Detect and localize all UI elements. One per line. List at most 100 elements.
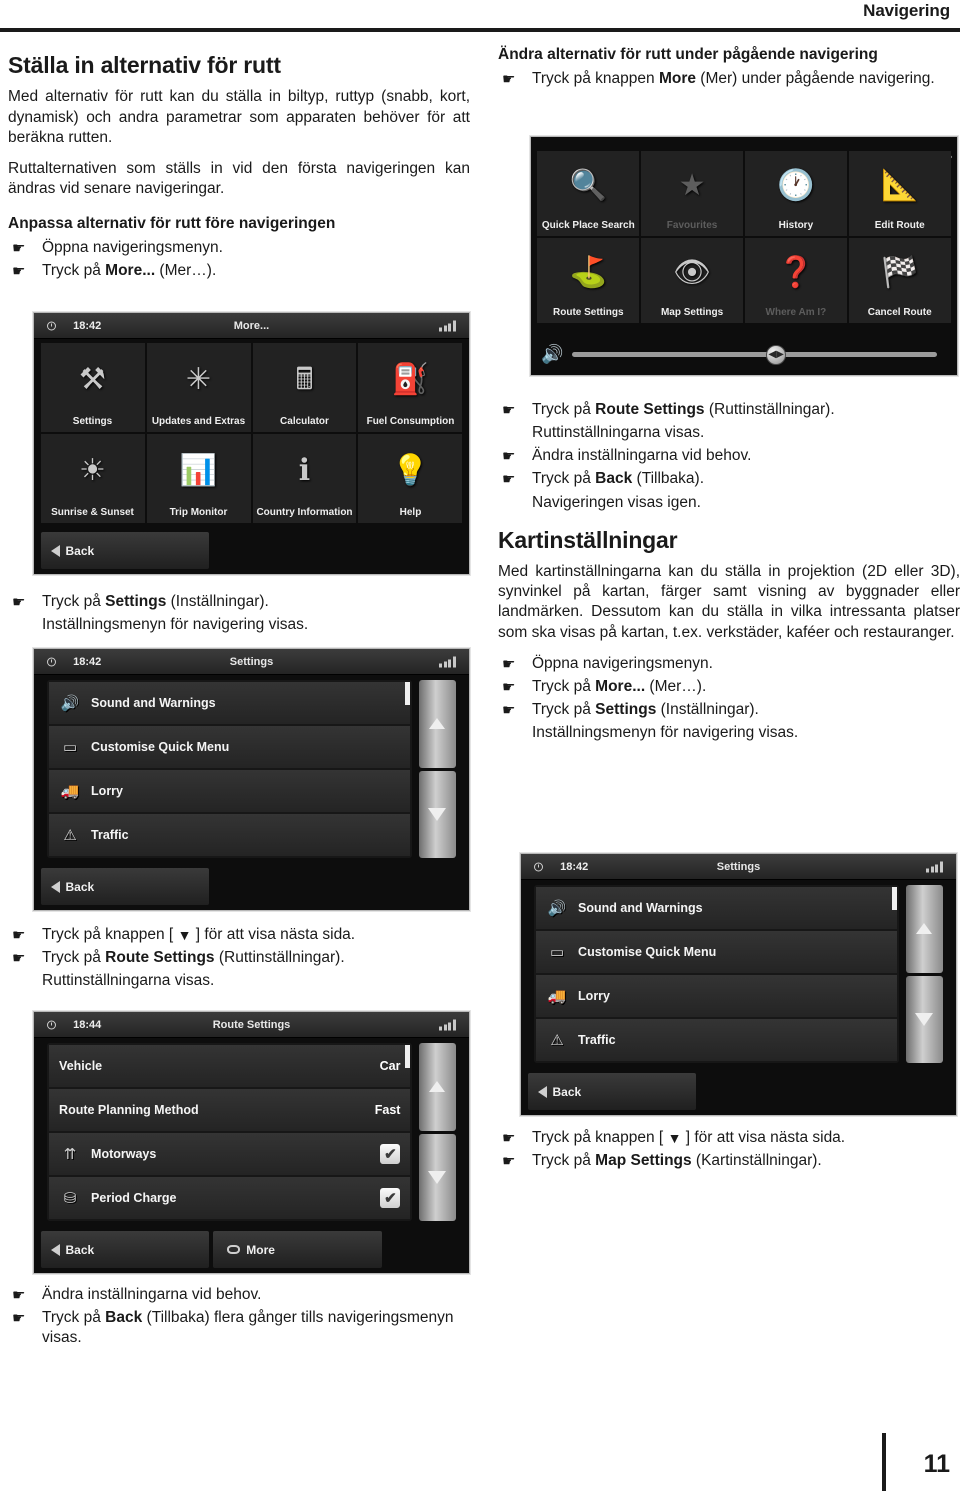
menu-tile[interactable]: ❓ Where Am I?: [745, 237, 847, 323]
volume-slider[interactable]: ◀▶: [571, 344, 937, 365]
step-keyword: Route Settings: [595, 401, 705, 418]
arrow-left-icon: [50, 1243, 60, 1256]
magnifier-icon: 🔍: [569, 169, 607, 203]
scroll-down-button[interactable]: [418, 1133, 456, 1221]
menu-tile[interactable]: 📐 Edit Route: [848, 151, 951, 236]
step-text: Tryck på Back (Tillbaka) flera gånger ti…: [42, 1309, 454, 1347]
toll-icon: ⛁: [63, 1189, 77, 1207]
menu-tile-label: Help: [399, 507, 422, 519]
menu-tile-label: Cancel Route: [867, 306, 932, 318]
list-item-label: Motorways: [91, 1147, 157, 1161]
back-button-label: Back: [552, 1084, 582, 1099]
menu-tile-label: Country Information: [256, 507, 353, 519]
checkbox-checked[interactable]: ✔: [380, 1144, 401, 1164]
list-item[interactable]: 🔊 Sound and Warnings: [536, 887, 898, 930]
list-item[interactable]: ▭ Customise Quick Menu: [536, 931, 898, 974]
list-item[interactable]: ⚠ Traffic: [536, 1018, 898, 1061]
list-item[interactable]: Route Planning Method Fast: [49, 1089, 411, 1132]
pointing-hand-icon: ☛: [12, 1287, 26, 1304]
device-statusbar: 18:42 Settings: [34, 649, 469, 676]
scroll-up-button[interactable]: [418, 1043, 456, 1131]
scrollbar[interactable]: [418, 1043, 456, 1221]
pointing-hand-icon: ☛: [12, 594, 26, 611]
menu-tile-label: Quick Place Search: [541, 220, 635, 232]
step-item: ☛ Tryck på More... (Mer…).: [8, 261, 470, 281]
menu-tile[interactable]: ✳ Updates and Extras: [146, 343, 251, 433]
step-item: ☛ Tryck på knappen [ ▼ ] för att visa näs…: [8, 925, 470, 945]
footer-divider: [882, 1433, 886, 1491]
settings-list: 🔊 Sound and Warnings ▭ Customise Quick Menu…: [534, 885, 900, 1063]
list-item[interactable]: Vehicle Car: [49, 1045, 411, 1088]
menu-tile[interactable]: ℹ Country Information: [252, 434, 357, 524]
sound-icon: 🔊: [60, 695, 80, 713]
step-text: Öppna navigeringsmenyn.: [532, 654, 713, 672]
route-settings-list: Vehicle Car Route Planning Method Fast ⇈ Moto…: [47, 1043, 413, 1221]
menu-tile[interactable]: ★ Favourites: [641, 151, 743, 236]
step-text: Ruttinställningarna visas.: [42, 972, 215, 990]
pointing-hand-icon: ☛: [12, 239, 26, 257]
settings-footer: Back: [40, 868, 463, 905]
screen-title: More...: [233, 319, 270, 332]
list-position-indicator: [891, 886, 897, 911]
signal-bars-icon: [439, 1019, 456, 1031]
list-item[interactable]: 🔊 Sound and Warnings: [49, 682, 411, 725]
device-statusbar: 18:42 More...: [34, 313, 469, 340]
settings-list: 🔊 Sound and Warnings ▭ Customise Quick Menu…: [47, 680, 413, 858]
device-statusbar: 18:42 Settings: [521, 854, 956, 881]
menu-tile[interactable]: 👁 Map Settings: [641, 237, 743, 323]
list-item[interactable]: ⇈ Motorways ✔: [49, 1133, 411, 1175]
menu-tile[interactable]: 🕐 History: [745, 151, 847, 236]
back-button[interactable]: Back: [527, 1073, 697, 1110]
speaker-icon[interactable]: 🔊: [541, 344, 563, 365]
step-keyword: Route Settings: [105, 949, 215, 967]
menu-tile[interactable]: 💡 Help: [358, 434, 463, 524]
list-item[interactable]: ▭ Customise Quick Menu: [49, 726, 411, 769]
scroll-down-button[interactable]: [418, 770, 456, 858]
step-note: ☛Inställningsmenyn för navigering visas.: [8, 615, 470, 635]
menu-tile[interactable]: 🖩 Calculator: [252, 343, 357, 433]
step-text: Tryck på knappen [ ▼ ] för att visa näst…: [532, 1129, 846, 1146]
pointing-hand-icon: ☛: [502, 402, 516, 419]
menu-tile[interactable]: ⛳ Route Settings: [537, 237, 640, 323]
checkbox-checked[interactable]: ✔: [380, 1187, 401, 1208]
menu-tile-label: Settings: [72, 416, 113, 428]
volume-row: 🔊 ◀▶: [537, 337, 950, 373]
back-button[interactable]: Back: [40, 532, 210, 569]
list-item[interactable]: 🚚 Lorry: [536, 975, 898, 1017]
list-item[interactable]: 🚚 Lorry: [49, 770, 411, 812]
back-button[interactable]: Back: [40, 1231, 210, 1268]
scroll-down-button[interactable]: [905, 975, 943, 1063]
more-button[interactable]: More: [213, 1231, 383, 1268]
right-steps-2: ☛ Tryck på Route Settings (Ruttinställnin…: [498, 400, 960, 513]
list-item-label: Route Planning Method: [59, 1103, 199, 1118]
scrollbar[interactable]: [905, 885, 943, 1063]
menu-tile[interactable]: 📊 Trip Monitor: [146, 434, 251, 524]
menu-tile[interactable]: 🏁 Cancel Route: [848, 237, 951, 323]
list-item[interactable]: ⛁ Period Charge ✔: [49, 1176, 411, 1219]
step-text: Tryck på Settings (Inställningar).: [532, 700, 759, 718]
lorry-icon: 🚚: [547, 988, 567, 1005]
signpost-icon: ⛳: [569, 255, 607, 289]
more-menu-grid: ⚒ Settings ✳ Updates and Extras 🖩 Calculator ⛽…: [40, 343, 463, 524]
pointing-hand-icon: ☛: [12, 927, 26, 944]
scrollbar[interactable]: [418, 680, 456, 858]
sound-icon: 🔊: [547, 900, 567, 918]
back-button-label: Back: [65, 879, 95, 894]
back-button[interactable]: Back: [40, 868, 210, 905]
list-item[interactable]: ⚠ Traffic: [49, 813, 411, 856]
scroll-up-button[interactable]: [905, 885, 943, 973]
pointing-hand-icon: ☛: [502, 701, 516, 719]
step-item: ☛ Tryck på More... (Mer…).: [498, 677, 960, 697]
list-position-indicator: [404, 681, 410, 706]
menu-tile[interactable]: ⛽ Fuel Consumption: [358, 343, 463, 433]
pointing-hand-icon: ☛: [502, 678, 516, 696]
bar-chart-icon: 📊: [179, 454, 218, 488]
device-statusbar: 18:44 Route Settings: [34, 1012, 469, 1039]
scroll-up-button[interactable]: [418, 680, 456, 768]
volume-slider-knob[interactable]: ◀▶: [766, 344, 787, 365]
menu-tile[interactable]: 🔍 Quick Place Search: [537, 151, 640, 236]
arrow-up-icon: [429, 718, 446, 730]
settings-footer: Back: [527, 1073, 950, 1110]
menu-tile[interactable]: ☀ Sunrise & Sunset: [40, 434, 145, 524]
menu-tile[interactable]: ⚒ Settings: [40, 343, 145, 433]
